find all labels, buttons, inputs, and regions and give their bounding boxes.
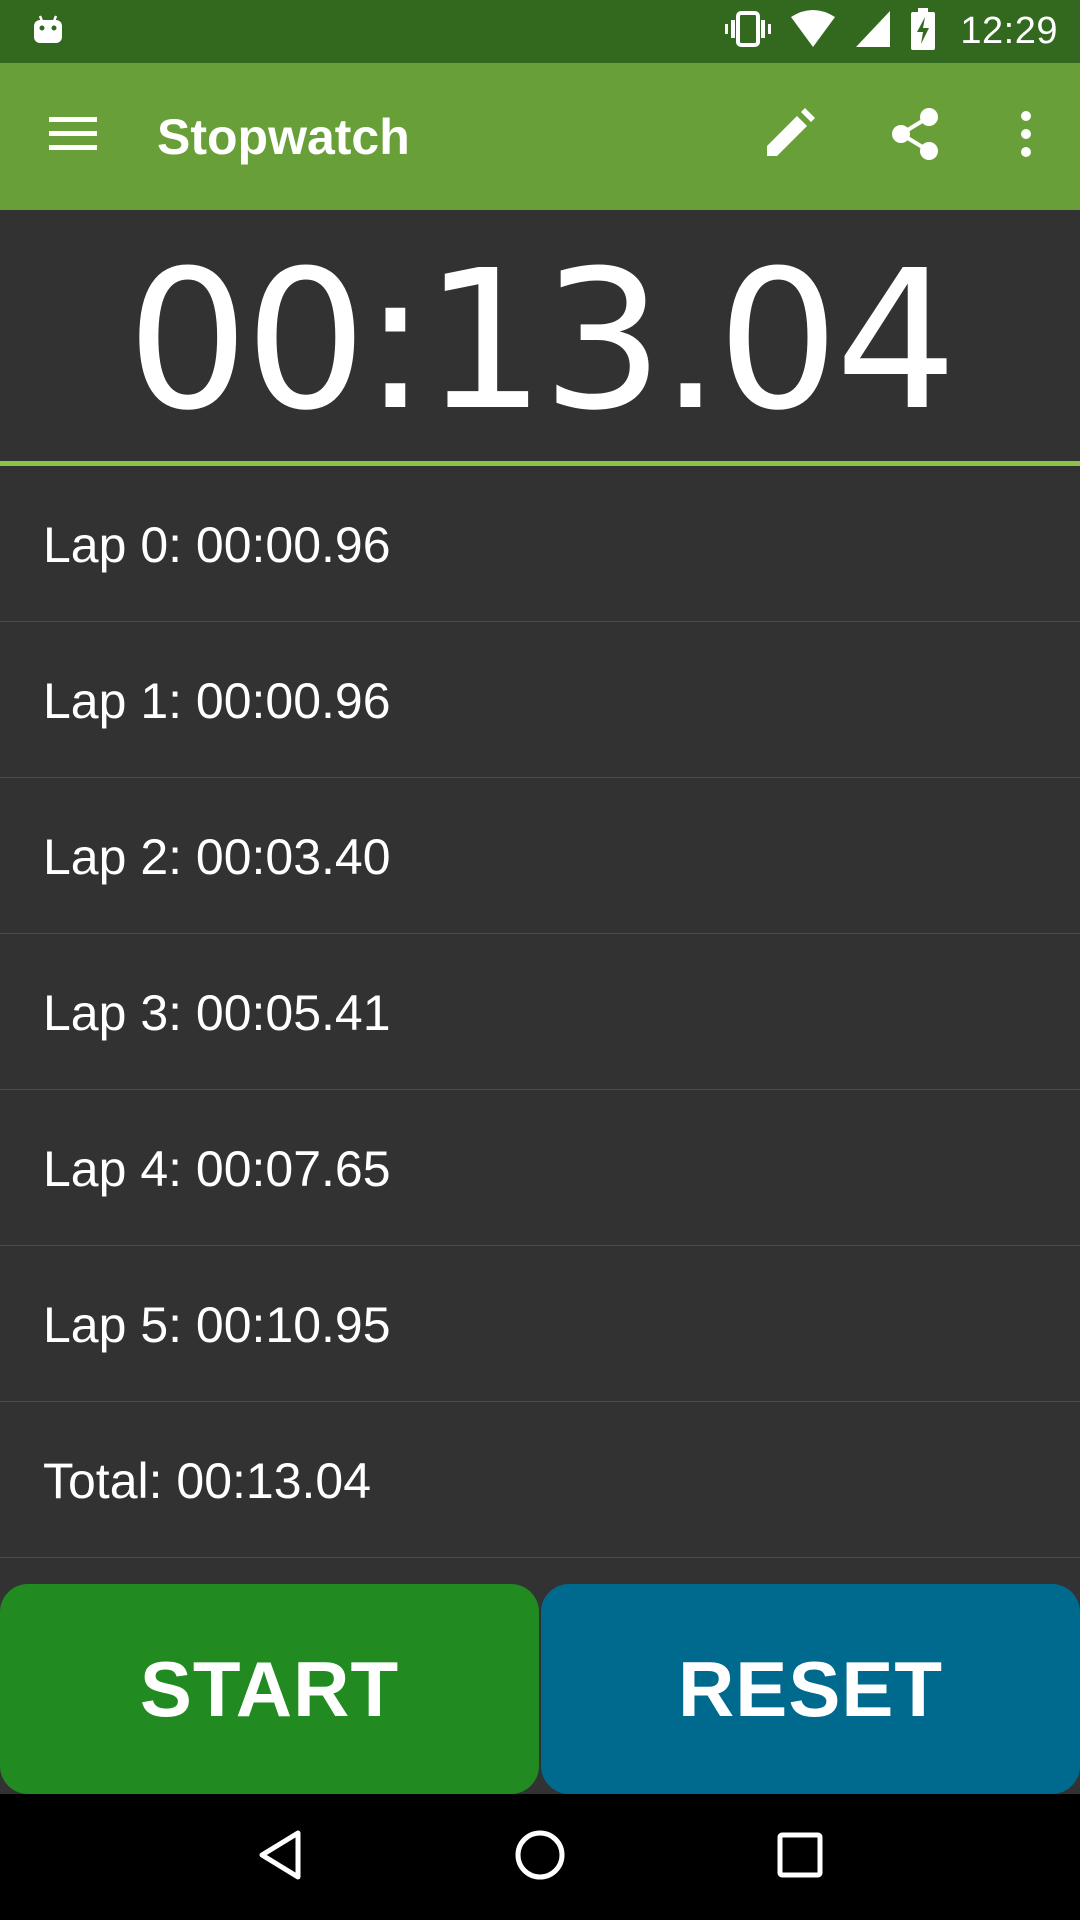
page-title: Stopwatch: [157, 108, 410, 165]
app-bar: Stopwatch: [0, 63, 1080, 210]
share-icon: [889, 107, 941, 166]
controls: START RESET: [0, 1584, 1080, 1794]
total-row[interactable]: Total: 00:13.04: [0, 1402, 1080, 1558]
lap-row-5[interactable]: Lap 5: 00:10.95: [0, 1246, 1080, 1402]
android-debug-icon: [32, 13, 64, 50]
share-button[interactable]: [852, 63, 978, 210]
screen: 12:29 Stopwatch 00:13.04 Lap 0: 00:00.96…: [0, 0, 1080, 1920]
reset-button[interactable]: RESET: [541, 1584, 1080, 1794]
lap-row-2[interactable]: Lap 2: 00:03.40: [0, 778, 1080, 934]
home-button[interactable]: [470, 1794, 610, 1920]
lap-text: Lap 3: 00:05.41: [43, 984, 391, 1041]
lap-row-3[interactable]: Lap 3: 00:05.41: [0, 934, 1080, 1090]
total-text: Total: 00:13.04: [43, 1452, 372, 1509]
battery-charging-icon: [910, 8, 936, 55]
back-icon: [256, 1829, 304, 1886]
lap-text: Lap 2: 00:03.40: [43, 828, 391, 885]
lap-text: Lap 5: 00:10.95: [43, 1296, 391, 1353]
lap-row-0[interactable]: Lap 0: 00:00.96: [0, 466, 1080, 622]
home-icon: [514, 1829, 566, 1886]
lap-row-1[interactable]: Lap 1: 00:00.96: [0, 622, 1080, 778]
lap-list[interactable]: Lap 0: 00:00.96 Lap 1: 00:00.96 Lap 2: 0…: [0, 466, 1080, 1558]
navigation-bar: [0, 1794, 1080, 1920]
menu-button[interactable]: [0, 63, 146, 210]
recents-icon: [776, 1831, 824, 1884]
start-button[interactable]: START: [0, 1584, 539, 1794]
more-options-button[interactable]: [978, 63, 1074, 210]
edit-button[interactable]: [726, 63, 852, 210]
status-bar: 12:29: [0, 0, 1080, 63]
more-vert-icon: [1019, 110, 1033, 163]
cell-signal-icon: [854, 9, 892, 54]
edit-icon: [763, 108, 815, 165]
lap-row-4[interactable]: Lap 4: 00:07.65: [0, 1090, 1080, 1246]
lap-text: Lap 4: 00:07.65: [43, 1140, 391, 1197]
back-button[interactable]: [210, 1794, 350, 1920]
timer-display: 00:13.04: [126, 229, 958, 453]
lap-text: Lap 0: 00:00.96: [43, 516, 391, 573]
menu-icon: [47, 114, 99, 159]
status-time: 12:29: [960, 10, 1058, 52]
lap-text: Lap 1: 00:00.96: [43, 672, 391, 729]
timer-area: 00:13.04: [0, 210, 1080, 461]
recents-button[interactable]: [730, 1794, 870, 1920]
vibrate-icon: [724, 9, 772, 54]
wifi-icon: [790, 9, 836, 54]
